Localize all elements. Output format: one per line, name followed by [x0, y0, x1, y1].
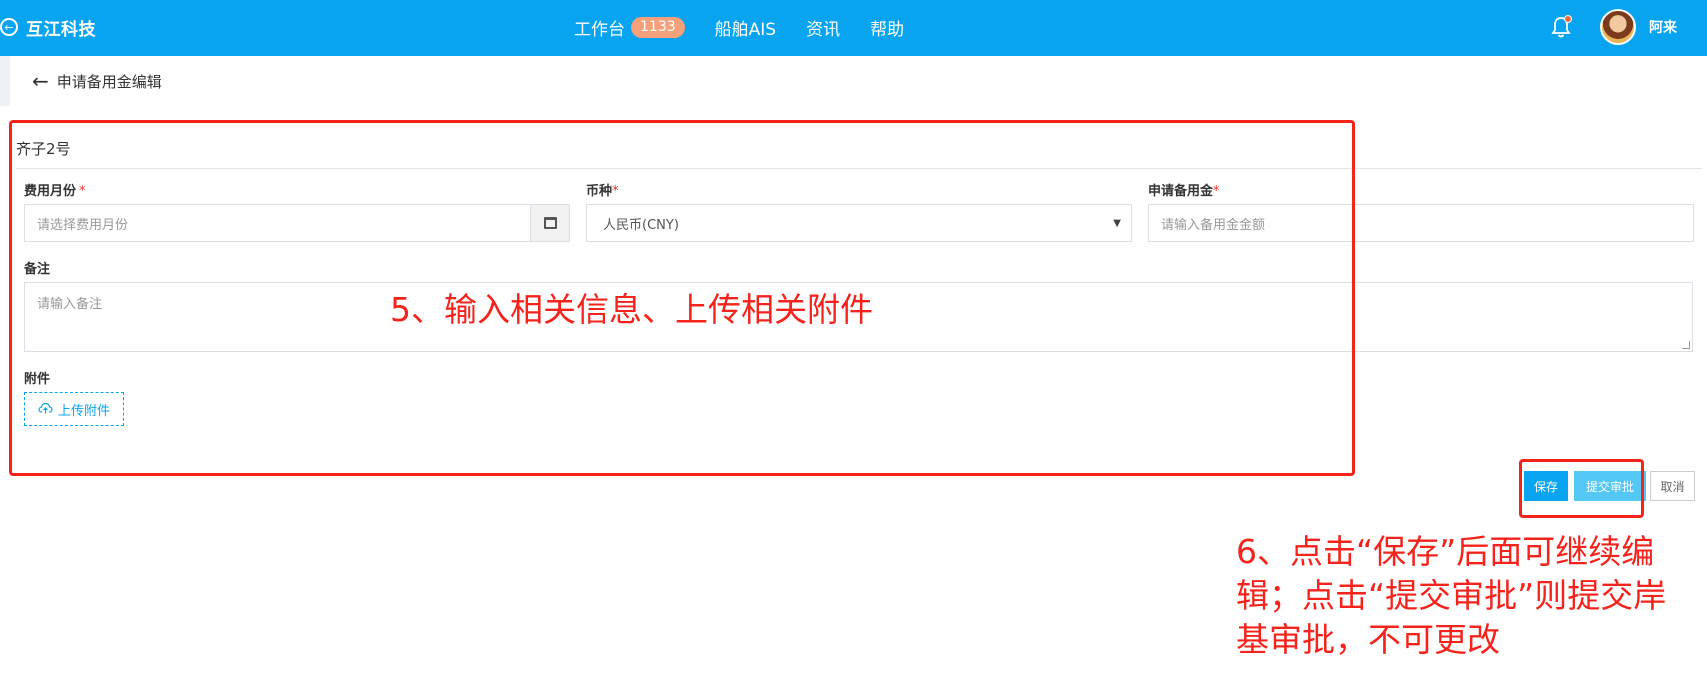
- annotation-box-actions: [1519, 459, 1644, 518]
- username[interactable]: 阿来: [1649, 17, 1677, 37]
- nav-item-workbench[interactable]: 工作台 1133: [574, 15, 685, 40]
- nav-item-label: 资讯: [806, 19, 841, 40]
- main-nav: 工作台 1133 船舶AIS 资讯 帮助: [574, 14, 904, 40]
- annotation-step6-line3: 基审批，不可更改: [1236, 620, 1500, 659]
- annotation-step6-line1: 6、点击“保存”后面可继续编: [1236, 532, 1655, 571]
- nav-item-label: 工作台: [574, 19, 625, 40]
- brand[interactable]: ← 互江科技: [0, 14, 96, 40]
- workbench-count-badge: 1133: [631, 16, 685, 38]
- back-circle-icon[interactable]: ←: [0, 18, 18, 36]
- annotation-step5: 5、输入相关信息、上传相关附件: [390, 290, 873, 329]
- resize-handle[interactable]: [1682, 341, 1690, 349]
- top-navigation-bar: ← 互江科技 工作台 1133 船舶AIS 资讯 帮助 阿来: [0, 0, 1707, 56]
- brand-name: 互江科技: [26, 19, 96, 40]
- notification-dot: [1564, 15, 1572, 23]
- nav-item-help[interactable]: 帮助: [870, 15, 904, 40]
- avatar[interactable]: [1600, 9, 1636, 45]
- notification-bell-icon[interactable]: [1548, 14, 1574, 40]
- page-title: 申请备用金编辑: [56, 72, 162, 91]
- page-header-inner: ← 申请备用金编辑: [10, 56, 1707, 106]
- nav-item-ship-ais[interactable]: 船舶AIS: [715, 15, 776, 40]
- arrow-left-icon[interactable]: ←: [32, 71, 49, 91]
- nav-item-label: 帮助: [870, 19, 905, 40]
- cancel-button[interactable]: 取消: [1650, 471, 1695, 501]
- nav-item-news[interactable]: 资讯: [806, 15, 840, 40]
- annotation-step6-line2: 辑；点击“提交审批”则提交岸: [1236, 576, 1667, 615]
- nav-item-label: 船舶AIS: [714, 19, 777, 40]
- page-header: ← 申请备用金编辑: [0, 56, 1707, 106]
